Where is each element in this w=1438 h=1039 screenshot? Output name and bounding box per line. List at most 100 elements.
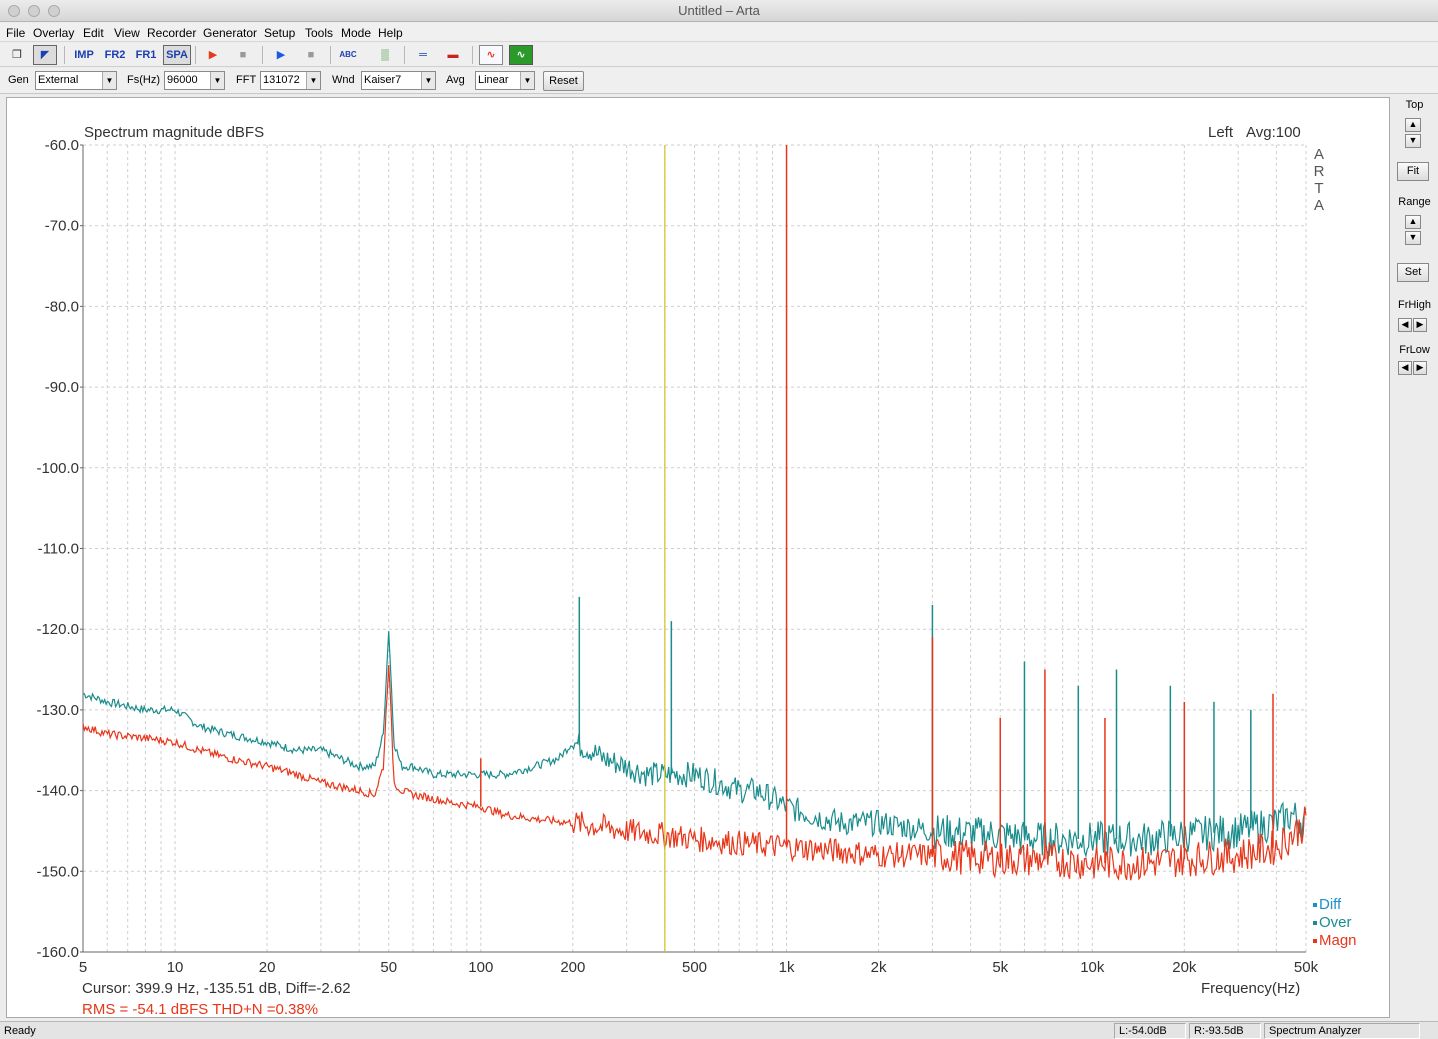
- meter-icon[interactable]: ▬: [441, 45, 465, 65]
- control-bar: Gen External ▼ Fs(Hz) 96000 ▼ FFT 131072…: [0, 68, 1438, 94]
- gen-select[interactable]: External ▼: [35, 71, 117, 90]
- range-up-button[interactable]: ▲: [1405, 215, 1421, 229]
- chart-legend: DiffOverMagn: [1313, 896, 1357, 949]
- probe-icon[interactable]: ═: [411, 45, 435, 65]
- chart-spikes: [480, 145, 1274, 864]
- avg-select-value: Linear: [478, 74, 509, 86]
- x-tick-label: 200: [560, 959, 585, 976]
- range-down-button[interactable]: ▼: [1405, 231, 1421, 245]
- fit-button[interactable]: Fit: [1397, 162, 1429, 181]
- abc-icon[interactable]: ABC: [336, 45, 360, 65]
- legend-swatch: [1313, 921, 1317, 925]
- toolbar-separator: [195, 46, 196, 64]
- frlow-right-button[interactable]: ▶: [1413, 361, 1427, 375]
- x-tick-label: 1k: [779, 959, 795, 976]
- top-label: Top: [1405, 99, 1424, 111]
- gen-stop-icon[interactable]: ■: [299, 45, 323, 65]
- spectrum-plot-panel[interactable]: -60.0 -70.0 -80.0 -90.0 -100.0 -110.0 -120.0 -1…: [6, 97, 1390, 1018]
- menu-setup[interactable]: Setup: [264, 26, 295, 40]
- menu-edit[interactable]: Edit: [83, 26, 104, 40]
- x-tick-label: 100: [468, 959, 493, 976]
- y-tick-label: -150.0: [36, 863, 79, 880]
- set-button[interactable]: Set: [1397, 263, 1429, 282]
- x-tick-label: 50: [380, 959, 397, 976]
- frlow-label: FrLow: [1399, 344, 1430, 356]
- watermark-letter: A: [1314, 146, 1324, 163]
- wnd-select[interactable]: Kaiser7 ▼: [361, 71, 436, 90]
- toolbar-separator: [472, 46, 473, 64]
- frlow-left-button[interactable]: ◀: [1398, 361, 1412, 375]
- toolbar-separator: [330, 46, 331, 64]
- gen-play-icon[interactable]: ▶: [269, 45, 293, 65]
- generator-icon[interactable]: ∿: [509, 45, 533, 65]
- overlay-icon[interactable]: ▒: [373, 45, 397, 65]
- legend-label-magn: Magn: [1319, 932, 1357, 949]
- top-up-button[interactable]: ▲: [1405, 118, 1421, 132]
- wnd-select-value: Kaiser7: [364, 74, 402, 86]
- menu-help[interactable]: Help: [378, 26, 403, 40]
- menu-mode[interactable]: Mode: [341, 26, 371, 40]
- gen-select-value: External: [38, 74, 79, 86]
- reset-button[interactable]: Reset: [543, 71, 584, 91]
- frhigh-left-button[interactable]: ◀: [1398, 318, 1412, 332]
- chevron-down-icon: ▼: [102, 72, 116, 89]
- x-tick-labels: 5 10 20 50 100 200 500 1k 2k 5k 10k 20k 50k: [79, 959, 1319, 976]
- x-tick-label: 10k: [1080, 959, 1105, 976]
- rms-readout: RMS = -54.1 dBFS THD+N =0.38%: [82, 1001, 318, 1017]
- chart-title: Spectrum magnitude dBFS: [84, 124, 264, 141]
- frhigh-right-button[interactable]: ▶: [1413, 318, 1427, 332]
- chevron-down-icon: ▼: [421, 72, 435, 89]
- menu-tools[interactable]: Tools: [305, 26, 333, 40]
- menu-view[interactable]: View: [114, 26, 140, 40]
- x-tick-label: 5k: [992, 959, 1008, 976]
- cursor-readout: Cursor: 399.9 Hz, -135.51 dB, Diff=-2.62: [82, 980, 351, 997]
- avg-select[interactable]: Linear ▼: [475, 71, 535, 90]
- menu-recorder[interactable]: Recorder: [147, 26, 196, 40]
- zoom-window-button[interactable]: [48, 5, 60, 17]
- close-window-button[interactable]: [8, 5, 20, 17]
- watermark-letter: R: [1314, 163, 1325, 180]
- left-level-readout: L:-54.0dB: [1114, 1023, 1186, 1039]
- fft-select-value: 131072: [263, 74, 300, 86]
- watermark-letter: A: [1314, 197, 1324, 214]
- legend-swatch: [1313, 939, 1317, 943]
- mode-readout: Spectrum Analyzer: [1264, 1023, 1420, 1039]
- record-stop-icon[interactable]: ■: [231, 45, 255, 65]
- y-tick-label: -70.0: [45, 218, 79, 235]
- menu-overlay[interactable]: Overlay: [33, 26, 74, 40]
- scale-panel: Top ▲ ▼ Fit Range ▲ ▼ Set FrHigh ◀ ▶ FrL…: [1391, 95, 1438, 1020]
- fs-select-value: 96000: [167, 74, 198, 86]
- menu-file[interactable]: File: [6, 26, 25, 40]
- minimize-window-button[interactable]: [28, 5, 40, 17]
- channel-label: Left: [1208, 124, 1234, 141]
- y-tick-label: -100.0: [36, 460, 79, 477]
- x-tick-label: 20: [259, 959, 276, 976]
- watermark-letter: T: [1314, 180, 1323, 197]
- fr1-mode-button[interactable]: FR1: [132, 45, 160, 65]
- legend-label-diff: Diff: [1319, 896, 1342, 913]
- new-icon[interactable]: ❐: [5, 45, 29, 65]
- spectrum-chart[interactable]: -60.0 -70.0 -80.0 -90.0 -100.0 -110.0 -120.0 -1…: [7, 98, 1389, 1018]
- toolbar-separator: [64, 46, 65, 64]
- menu-bar: File Overlay Edit View Recorder Generato…: [0, 23, 1438, 42]
- x-tick-label: 50k: [1294, 959, 1319, 976]
- legend-label-over: Over: [1319, 914, 1352, 931]
- y-tick-labels: -60.0 -70.0 -80.0 -90.0 -100.0 -110.0 -120.0 -1…: [36, 137, 83, 961]
- x-tick-label: 2k: [871, 959, 887, 976]
- x-tick-label: 10: [167, 959, 184, 976]
- record-play-icon[interactable]: ▶: [201, 45, 225, 65]
- scope-icon[interactable]: ∿: [479, 45, 503, 65]
- fft-label: FFT: [236, 74, 257, 86]
- fr2-mode-button[interactable]: FR2: [101, 45, 129, 65]
- toolbar-separator: [262, 46, 263, 64]
- arta-watermark: ARTA: [1314, 146, 1325, 214]
- top-down-button[interactable]: ▼: [1405, 134, 1421, 148]
- spa-mode-button[interactable]: SPA: [163, 45, 191, 65]
- imp-mode-button[interactable]: IMP: [70, 45, 98, 65]
- fs-select[interactable]: 96000 ▼: [164, 71, 225, 90]
- status-ready: Ready: [4, 1025, 36, 1037]
- menu-generator[interactable]: Generator: [203, 26, 257, 40]
- fs-label: Fs(Hz): [127, 74, 160, 86]
- fft-select[interactable]: 131072 ▼: [260, 71, 321, 90]
- open-icon[interactable]: ◤: [33, 45, 57, 65]
